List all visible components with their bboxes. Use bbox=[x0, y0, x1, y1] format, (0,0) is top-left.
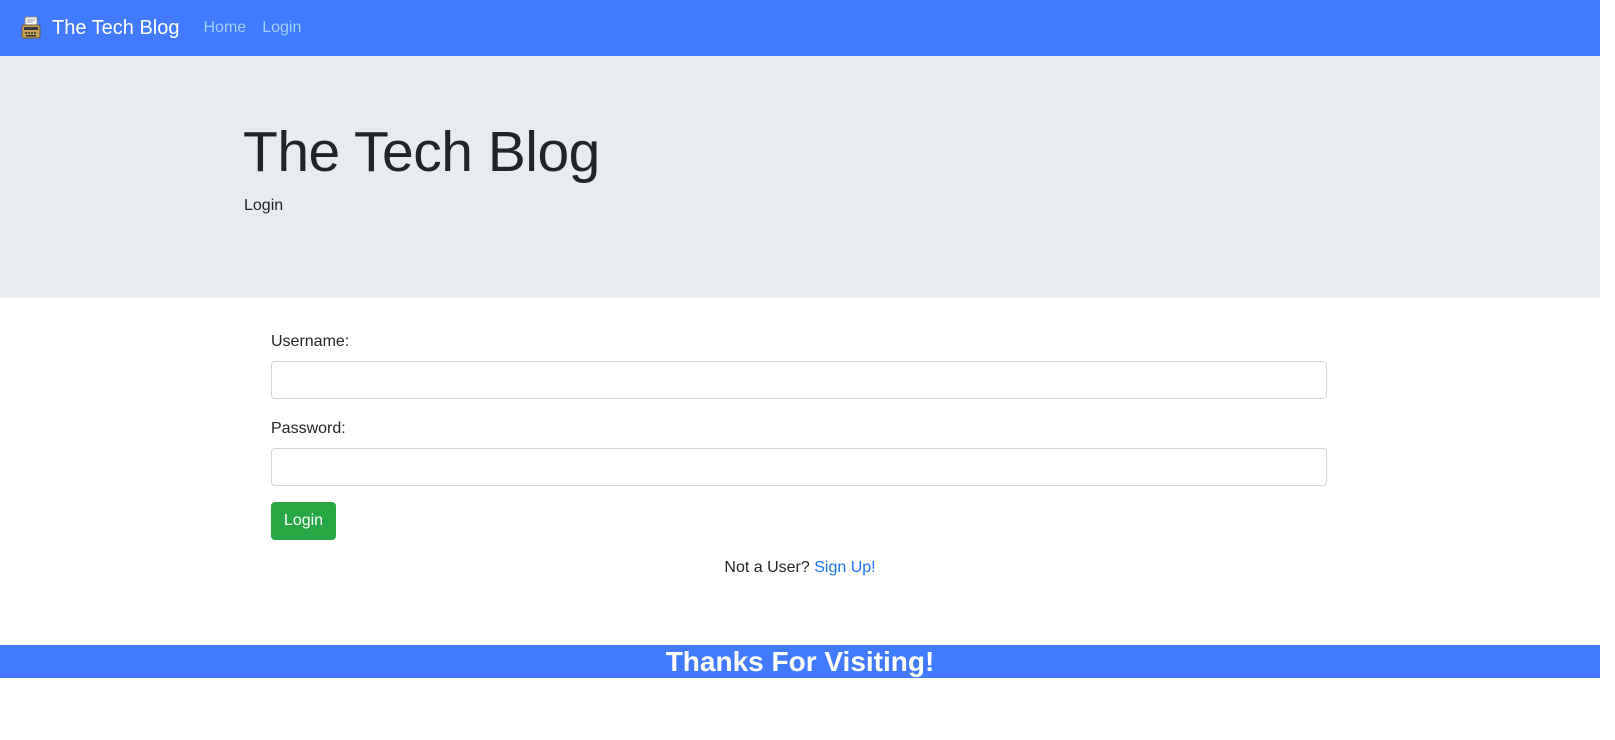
username-input[interactable] bbox=[271, 361, 1327, 399]
login-button[interactable]: Login bbox=[271, 502, 336, 540]
navbar-brand[interactable]: The Tech Blog bbox=[20, 16, 180, 40]
signup-link[interactable]: Sign Up! bbox=[814, 559, 875, 576]
page-title: The Tech Blog bbox=[243, 120, 600, 184]
footer-text: Thanks For Visiting! bbox=[665, 646, 935, 677]
nav-link-home[interactable]: Home bbox=[204, 19, 247, 37]
password-input[interactable] bbox=[271, 448, 1327, 486]
nav-link-login[interactable]: Login bbox=[262, 19, 301, 37]
navbar-brand-text: The Tech Blog bbox=[52, 17, 180, 39]
page-subtitle: Login bbox=[244, 197, 284, 214]
nav-links: Home Login bbox=[204, 19, 318, 37]
signup-prompt-line: Not a User? Sign Up! bbox=[0, 557, 1600, 579]
username-label: Username: bbox=[271, 333, 350, 350]
login-form: Username: Password: Login bbox=[271, 332, 1327, 540]
typewriter-icon bbox=[20, 16, 42, 40]
navbar: The Tech Blog Home Login bbox=[0, 0, 1600, 56]
page: The Tech Blog Home Login The Tech Blog L… bbox=[0, 0, 1600, 740]
footer: Thanks For Visiting! bbox=[0, 645, 1600, 678]
password-label: Password: bbox=[271, 420, 346, 437]
jumbotron: The Tech Blog Login bbox=[0, 56, 1600, 298]
signup-prompt-text: Not a User? bbox=[724, 559, 810, 576]
